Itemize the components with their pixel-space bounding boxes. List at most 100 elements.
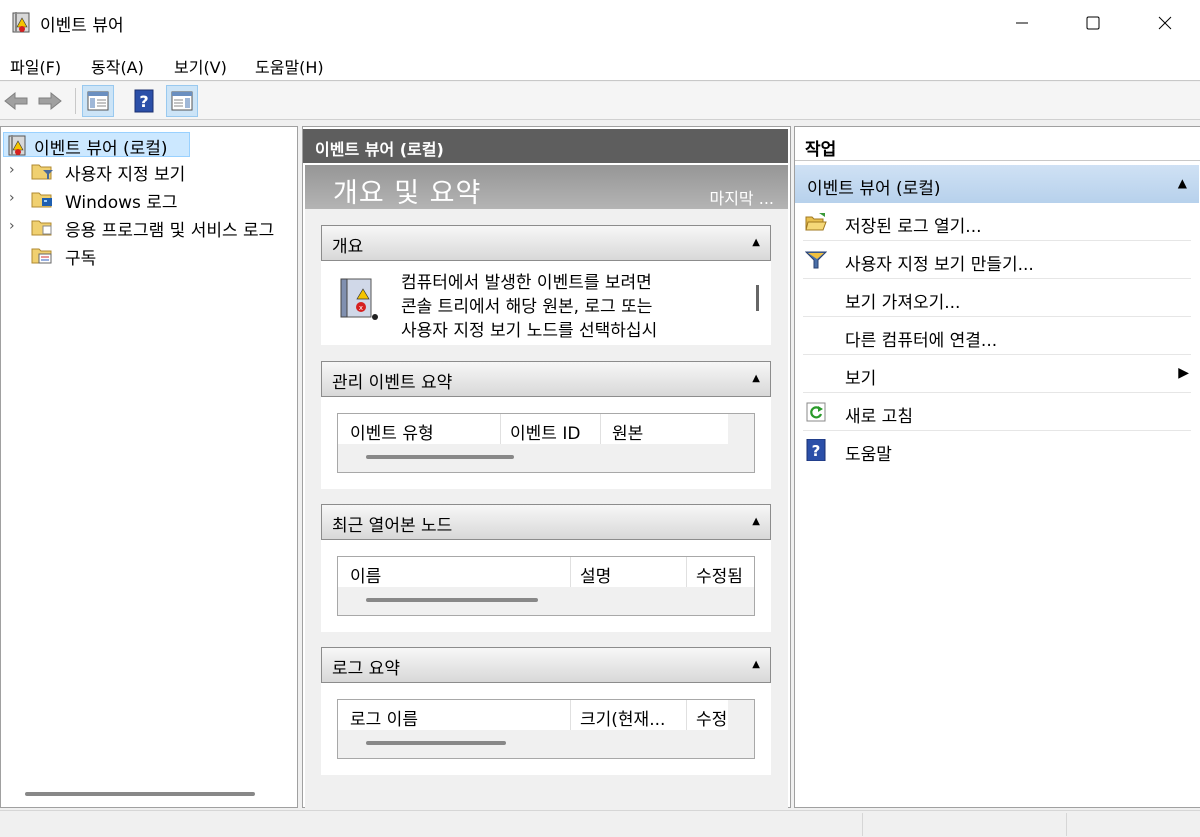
- action-open-saved-log[interactable]: 저장된 로그 열기...: [803, 203, 1191, 241]
- horizontal-scrollbar[interactable]: [366, 741, 506, 745]
- collapse-icon[interactable]: ▲: [1178, 176, 1187, 190]
- tree-node-app-services-logs[interactable]: › 응용 프로그램 및 서비스 로그: [1, 214, 291, 241]
- folder-windows-icon: [31, 189, 55, 209]
- column-divider[interactable]: [570, 700, 571, 730]
- show-hide-console-tree-button[interactable]: [82, 85, 114, 117]
- collapse-icon[interactable]: ▲: [752, 237, 760, 248]
- tree-root-event-viewer-local[interactable]: 이벤트 뷰어 (로컬): [3, 132, 190, 159]
- action-create-custom-view[interactable]: 사용자 지정 보기 만들기...: [803, 241, 1191, 279]
- menu-action[interactable]: 동작(A): [91, 54, 144, 78]
- section-header[interactable]: 관리 이벤트 요약 ▲: [321, 361, 771, 397]
- tree-node-label: 응용 프로그램 및 서비스 로그: [65, 221, 275, 241]
- overview-banner-title: 개요 및 요약: [333, 178, 482, 209]
- overview-banner: 개요 및 요약 마지막 ...: [305, 165, 788, 209]
- collapse-icon[interactable]: ▲: [752, 659, 760, 670]
- back-icon: [4, 91, 28, 111]
- collapse-icon[interactable]: ▲: [752, 373, 760, 384]
- column-header[interactable]: 수정됨: [696, 562, 754, 587]
- section-header[interactable]: 개요 ▲: [321, 225, 771, 261]
- event-viewer-icon: [6, 134, 28, 156]
- column-header[interactable]: 수정: [696, 705, 728, 730]
- tree-node-label: 사용자 지정 보기: [65, 165, 186, 185]
- column-divider[interactable]: [570, 557, 571, 587]
- window-title: 이벤트 뷰어: [40, 16, 124, 36]
- show-hide-console-tree-icon: [87, 91, 109, 111]
- action-label: 보기: [845, 369, 877, 389]
- tree-node-custom-views[interactable]: › 사용자 지정 보기: [1, 158, 291, 185]
- help-button[interactable]: ?: [128, 85, 160, 117]
- filter-icon: [804, 249, 828, 271]
- column-header[interactable]: 이름: [350, 562, 560, 587]
- section-title: 관리 이벤트 요약: [332, 373, 453, 393]
- subscriptions-icon: [31, 245, 55, 265]
- menu-help[interactable]: 도움말(H): [255, 54, 324, 78]
- tree-node-subscriptions[interactable]: 구독: [1, 242, 291, 269]
- column-header[interactable]: 로그 이름: [350, 705, 570, 730]
- forward-button[interactable]: [34, 85, 66, 117]
- action-label: 도움말: [845, 445, 892, 465]
- action-label: 사용자 지정 보기 만들기...: [845, 255, 1034, 275]
- maximize-icon: [1086, 16, 1100, 30]
- menu-bar: 파일(F) 동작(A) 보기(V) 도움말(H): [0, 46, 1200, 81]
- status-bar: [0, 810, 1200, 837]
- horizontal-scrollbar[interactable]: [366, 455, 514, 459]
- action-import-custom-view[interactable]: 보기 가져오기...: [803, 279, 1191, 317]
- status-divider: [1066, 813, 1067, 836]
- action-refresh[interactable]: 새로 고침: [803, 393, 1191, 431]
- horizontal-scrollbar[interactable]: [366, 598, 538, 602]
- horizontal-scrollbar[interactable]: [25, 792, 255, 796]
- section-body: x 컴퓨터에서 발생한 이벤트를 보려면 콘솔 트리에서 해당 원본, 로그 또…: [321, 261, 771, 345]
- admin-events-table: 이벤트 유형 이벤트 ID 원본: [337, 413, 755, 473]
- actions-group-header[interactable]: 이벤트 뷰어 (로컬) ▲: [795, 165, 1199, 203]
- section-title: 개요: [332, 237, 364, 257]
- collapse-icon[interactable]: ▲: [752, 516, 760, 527]
- menu-file[interactable]: 파일(F): [10, 54, 61, 78]
- menu-view[interactable]: 보기(V): [174, 54, 227, 78]
- last-refreshed-label: 마지막 ...: [709, 189, 774, 208]
- console-tree: 이벤트 뷰어 (로컬) › 사용자 지정 보기 › Windows 로그 › 응…: [0, 126, 298, 808]
- action-help[interactable]: ? 도움말: [803, 431, 1191, 469]
- title-bar: 이벤트 뷰어: [0, 0, 1200, 46]
- action-view-submenu[interactable]: 보기 ▶: [803, 355, 1191, 393]
- help-icon: ?: [134, 89, 154, 113]
- forward-icon: [38, 91, 62, 111]
- log-summary-table: 로그 이름 크기(현재... 수정: [337, 699, 755, 759]
- svg-text:x: x: [359, 304, 363, 312]
- chevron-right-icon[interactable]: ›: [9, 190, 15, 206]
- svg-text:?: ?: [139, 92, 148, 111]
- action-label: 보기 가져오기...: [845, 293, 961, 313]
- column-header[interactable]: 원본: [612, 419, 712, 444]
- actions-pane: 작업 이벤트 뷰어 (로컬) ▲ 저장된 로그 열기... 사용자 지정 보기 …: [794, 126, 1200, 808]
- column-header[interactable]: 설명: [580, 562, 680, 587]
- close-icon: [1158, 16, 1172, 30]
- minimize-button[interactable]: [987, 0, 1057, 46]
- chevron-right-icon[interactable]: ›: [9, 218, 15, 234]
- column-divider[interactable]: [686, 700, 687, 730]
- tree-node-windows-logs[interactable]: › Windows 로그: [1, 186, 291, 213]
- action-connect-another-computer[interactable]: 다른 컴퓨터에 연결...: [803, 317, 1191, 355]
- maximize-button[interactable]: [1058, 0, 1128, 46]
- column-divider[interactable]: [600, 414, 601, 444]
- section-header[interactable]: 로그 요약 ▲: [321, 647, 771, 683]
- event-log-icon: x: [339, 275, 379, 325]
- table-header: 이름 설명 수정됨: [338, 557, 754, 587]
- recent-nodes-table: 이름 설명 수정됨: [337, 556, 755, 616]
- section-title: 로그 요약: [332, 659, 400, 679]
- column-divider[interactable]: [686, 557, 687, 587]
- column-header[interactable]: 이벤트 유형: [350, 419, 495, 444]
- close-button[interactable]: [1130, 0, 1200, 46]
- back-button[interactable]: [0, 85, 32, 117]
- column-header[interactable]: 크기(현재...: [580, 705, 680, 730]
- chevron-right-icon[interactable]: ›: [9, 162, 15, 178]
- column-divider[interactable]: [500, 414, 501, 444]
- vertical-scrollbar[interactable]: [756, 285, 759, 311]
- section-title: 최근 열어본 노드: [332, 516, 453, 536]
- column-header[interactable]: 이벤트 ID: [510, 419, 600, 444]
- section-body: 이름 설명 수정됨: [321, 540, 771, 632]
- section-header[interactable]: 최근 열어본 노드 ▲: [321, 504, 771, 540]
- action-label: 다른 컴퓨터에 연결...: [845, 331, 998, 351]
- svg-text:?: ?: [812, 442, 821, 460]
- show-hide-action-pane-button[interactable]: [166, 85, 198, 117]
- tree-node-label: Windows 로그: [65, 193, 178, 213]
- section-recent-nodes: 최근 열어본 노드 ▲ 이름 설명 수정됨: [321, 504, 771, 632]
